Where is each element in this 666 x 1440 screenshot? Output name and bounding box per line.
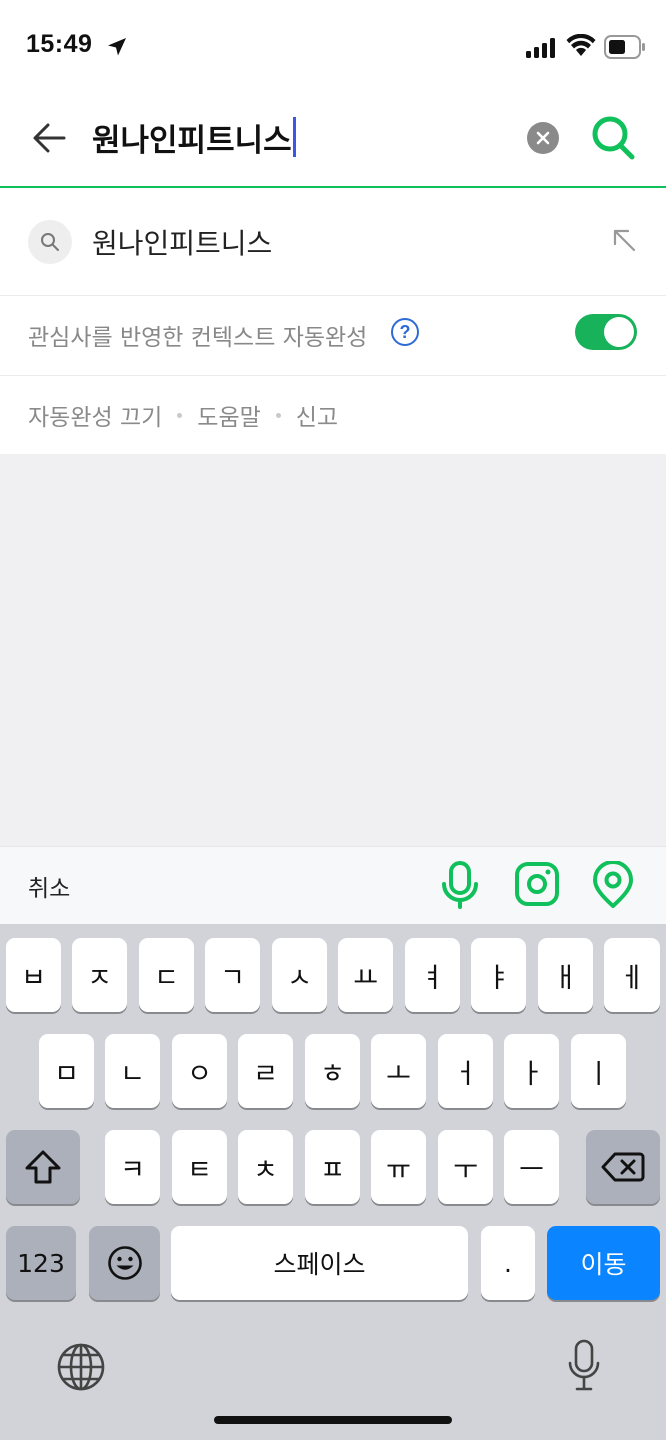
globe-icon[interactable]: [56, 1342, 106, 1392]
home-indicator: [214, 1416, 452, 1424]
key[interactable]: ㅏ: [504, 1034, 559, 1108]
suggestion-item[interactable]: 원나인피트니스: [0, 188, 666, 296]
fill-query-arrow-icon[interactable]: [610, 226, 638, 254]
status-time: 15:49: [26, 30, 93, 58]
back-arrow-icon[interactable]: [28, 116, 72, 160]
key[interactable]: ㅐ: [538, 938, 593, 1012]
suggestion-search-icon: [28, 220, 72, 264]
place-search-icon[interactable]: [592, 861, 634, 909]
separator-dot: [275, 412, 281, 418]
key[interactable]: ㅋ: [105, 1130, 160, 1204]
key[interactable]: ㄷ: [139, 938, 194, 1012]
lens-search-icon[interactable]: [514, 861, 560, 907]
emoji-icon: [107, 1246, 142, 1280]
text-caret: [292, 117, 296, 157]
backspace-key[interactable]: [586, 1130, 660, 1204]
key[interactable]: ㅍ: [305, 1130, 360, 1204]
key[interactable]: ㅑ: [471, 938, 526, 1012]
key[interactable]: ㅔ: [604, 938, 660, 1012]
turn-off-autocomplete-link[interactable]: 자동완성 끄기: [28, 398, 162, 432]
shift-key[interactable]: [6, 1130, 80, 1204]
key[interactable]: ㅈ: [72, 938, 127, 1012]
key[interactable]: ㅜ: [438, 1130, 493, 1204]
key[interactable]: ㅛ: [338, 938, 393, 1012]
empty-area: [0, 454, 666, 846]
clear-icon[interactable]: [527, 122, 559, 154]
location-arrow-icon: [108, 38, 126, 56]
search-input[interactable]: 원나인피트니스: [92, 112, 492, 162]
space-key[interactable]: 스페이스: [171, 1226, 468, 1300]
context-label: 관심사를 반영한 컨텍스트 자동완성: [28, 325, 368, 351]
context-toggle[interactable]: [575, 314, 637, 350]
go-key[interactable]: 이동: [547, 1226, 660, 1300]
status-bar: 15:49: [0, 0, 666, 96]
backspace-icon: [601, 1152, 645, 1182]
key[interactable]: ㅓ: [438, 1034, 493, 1108]
cell-signal-icon: [526, 38, 555, 58]
battery-icon: [604, 35, 645, 59]
keyboard-accessory-bar: 취소: [0, 846, 666, 924]
autocomplete-links: 자동완성 끄기 도움말 신고: [0, 376, 666, 454]
cancel-button[interactable]: 취소: [28, 869, 70, 903]
key[interactable]: ㄴ: [105, 1034, 160, 1108]
search-query: 원나인피트니스: [92, 122, 292, 159]
key[interactable]: ㅡ: [504, 1130, 559, 1204]
shift-icon: [25, 1150, 61, 1184]
key[interactable]: ㄱ: [205, 938, 260, 1012]
key[interactable]: ㅠ: [371, 1130, 426, 1204]
key[interactable]: ㅅ: [272, 938, 327, 1012]
search-icon[interactable]: [590, 114, 636, 160]
search-header: 원나인피트니스: [0, 96, 666, 188]
key[interactable]: ㅂ: [6, 938, 61, 1012]
key[interactable]: ㅎ: [305, 1034, 360, 1108]
key[interactable]: ㅇ: [172, 1034, 227, 1108]
key[interactable]: ㅣ: [571, 1034, 626, 1108]
voice-search-icon[interactable]: [440, 861, 480, 909]
report-link[interactable]: 신고: [296, 398, 338, 432]
key[interactable]: ㅕ: [405, 938, 460, 1012]
key[interactable]: ㅌ: [172, 1130, 227, 1204]
dictation-icon[interactable]: [566, 1338, 602, 1394]
key[interactable]: ㄹ: [238, 1034, 293, 1108]
context-autocomplete-row: 관심사를 반영한 컨텍스트 자동완성 ?: [0, 296, 666, 376]
help-icon[interactable]: ?: [391, 318, 419, 346]
key[interactable]: ㅊ: [238, 1130, 293, 1204]
emoji-key[interactable]: [89, 1226, 160, 1300]
wifi-icon: [566, 34, 596, 56]
separator-dot: [177, 412, 183, 418]
period-key[interactable]: .: [481, 1226, 535, 1300]
key[interactable]: ㅁ: [39, 1034, 94, 1108]
toggle-knob: [604, 317, 634, 347]
help-link[interactable]: 도움말: [197, 398, 260, 432]
suggestion-text: 원나인피트니스: [92, 227, 273, 260]
key[interactable]: ㅗ: [371, 1034, 426, 1108]
numbers-key[interactable]: 123: [6, 1226, 76, 1300]
